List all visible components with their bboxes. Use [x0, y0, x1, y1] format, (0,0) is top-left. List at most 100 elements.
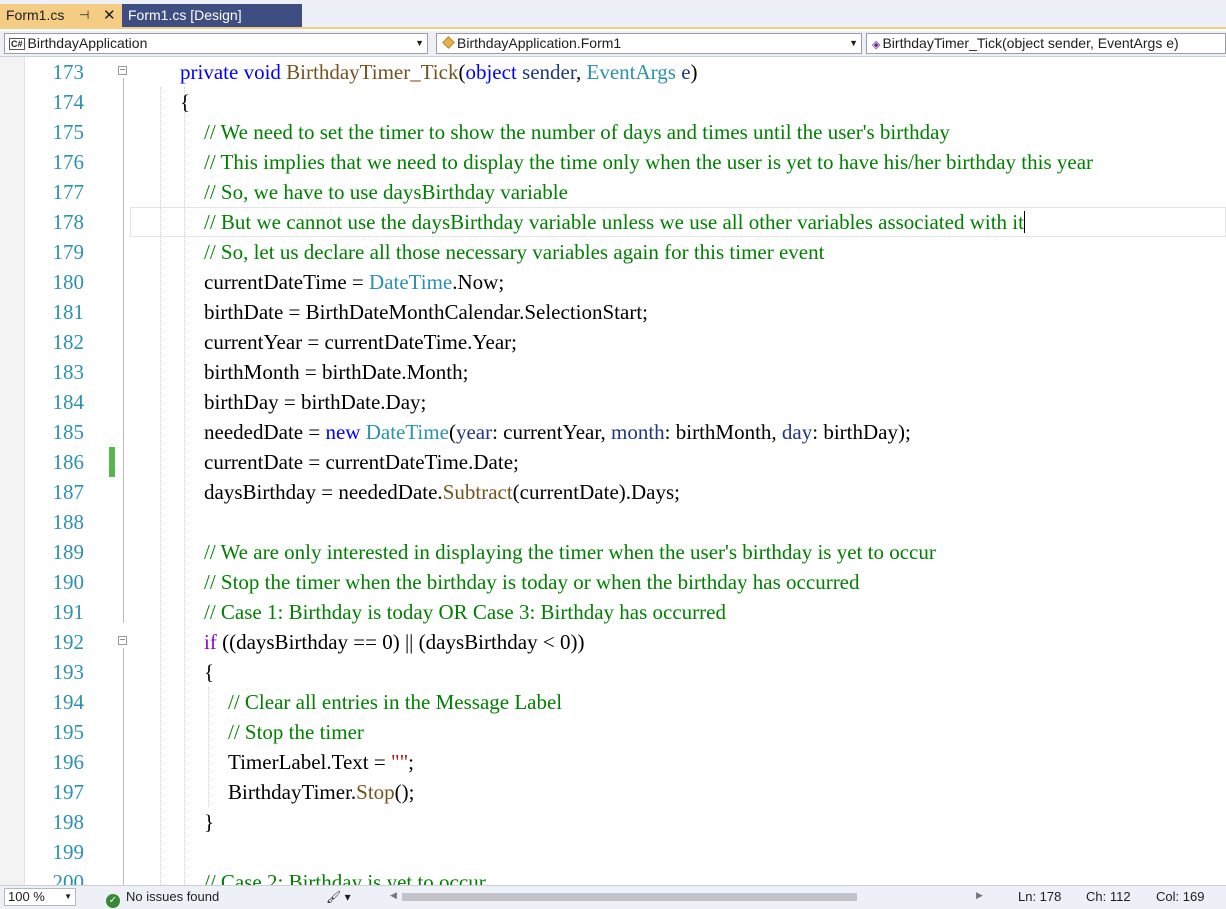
code-text: // We need to set the timer to show the …: [204, 117, 950, 147]
line-number: 187: [52, 480, 85, 504]
code-editor[interactable]: 173− private void BirthdayTimer_Tick(obje…: [0, 57, 1226, 885]
scroll-right-icon[interactable]: ▶: [976, 890, 983, 901]
code-line[interactable]: 197 BirthdayTimer.Stop();: [0, 777, 1226, 807]
line-number: 190: [52, 570, 85, 594]
code-line[interactable]: 180 currentDateTime = DateTime.Now;: [0, 267, 1226, 297]
line-number: 184: [52, 390, 85, 414]
code-line[interactable]: 189 // We are only interested in displayi…: [0, 537, 1226, 567]
code-token: // This implies that we need to display …: [204, 150, 1094, 174]
code-line[interactable]: 195 // Stop the timer: [0, 717, 1226, 747]
code-text: daysBirthday = neededDate.Subtract(curre…: [204, 477, 680, 507]
code-text: // So, let us declare all those necessar…: [204, 237, 824, 267]
code-token: BirthdayTimer.: [228, 780, 357, 804]
code-line[interactable]: 183 birthMonth = birthDate.Month;: [0, 357, 1226, 387]
column-indicator: Col: 169: [1156, 889, 1205, 904]
line-number: 186: [52, 450, 85, 474]
code-line[interactable]: 192 − if ((daysBirthday == 0) || (daysBirt…: [0, 627, 1226, 657]
code-token: ,: [576, 60, 587, 84]
code-token: neededDate =: [204, 420, 326, 444]
line-number: 175: [52, 120, 85, 144]
code-token: DateTime: [365, 420, 449, 444]
line-number: 200: [52, 870, 85, 885]
method-icon: ◈: [872, 39, 881, 51]
code-text: currentYear = currentDateTime.Year;: [204, 327, 517, 357]
code-line[interactable]: 179 // So, let us declare all those neces…: [0, 237, 1226, 267]
code-token: birthDay = birthDate.Day;: [204, 390, 427, 414]
close-icon[interactable]: ✕: [103, 4, 116, 27]
member-dropdown[interactable]: ◈ BirthdayTimer_Tick(object sender, Event…: [866, 33, 1226, 54]
code-line[interactable]: 187 daysBirthday = neededDate.Subtract(cu…: [0, 477, 1226, 507]
change-marker: [109, 447, 115, 477]
code-line[interactable]: 200 // Case 2: Birthday is yet to occur: [0, 867, 1226, 885]
line-number: 197: [52, 780, 85, 804]
line-number: 199: [52, 840, 85, 864]
code-line[interactable]: 193 {: [0, 657, 1226, 687]
chevron-down-icon: ▼: [849, 38, 858, 48]
code-token: : birthDay);: [812, 420, 911, 444]
code-text: private void BirthdayTimer_Tick(object s…: [180, 57, 698, 87]
line-number: 179: [52, 240, 85, 264]
code-token: }: [204, 810, 215, 834]
code-token: // Case 1: Birthday is today OR Case 3: …: [204, 600, 726, 624]
code-line[interactable]: 196 TimerLabel.Text = "";: [0, 747, 1226, 777]
line-number: 177: [52, 180, 85, 204]
code-token: TimerLabel.Text =: [228, 750, 391, 774]
line-number: 191: [52, 600, 85, 624]
code-line[interactable]: 178 // But we cannot use the daysBirthday…: [0, 207, 1226, 237]
code-text: // Case 1: Birthday is today OR Case 3: …: [204, 597, 726, 627]
issues-indicator[interactable]: ✓ No issues found: [106, 889, 219, 908]
code-line[interactable]: 198}: [0, 807, 1226, 837]
line-number: 188: [52, 510, 85, 534]
code-token: birthDate = BirthDateMonthCalendar.Selec…: [204, 300, 648, 324]
code-token: day: [781, 420, 813, 444]
code-line[interactable]: 173 − private void BirthdayTimer_Tick(obje…: [0, 57, 1226, 87]
code-text: currentDate = currentDateTime.Date;: [204, 447, 519, 477]
code-line[interactable]: 177 // So, we have to use daysBirthday va…: [0, 177, 1226, 207]
line-number: 183: [52, 360, 85, 384]
pin-icon[interactable]: ⊣: [79, 4, 89, 27]
class-dropdown[interactable]: BirthdayApplication.Form1 ▼: [436, 33, 862, 54]
code-line[interactable]: 199: [0, 837, 1226, 867]
code-text: neededDate = new DateTime(year: currentY…: [204, 417, 911, 447]
code-line[interactable]: 182 currentYear = currentDateTime.Year;: [0, 327, 1226, 357]
code-line[interactable]: 185 neededDate = new DateTime(year: curre…: [0, 417, 1226, 447]
code-token: (: [448, 420, 456, 444]
tab-label: Form1.cs: [6, 7, 65, 23]
code-line[interactable]: 191 // Case 1: Birthday is today OR Case …: [0, 597, 1226, 627]
line-number: 195: [52, 720, 85, 744]
code-token: birthMonth = birthDate.Month;: [204, 360, 469, 384]
code-text: if ((daysBirthday == 0) || (daysBirthday…: [204, 627, 584, 657]
code-text: // Case 2: Birthday is yet to occur: [204, 867, 486, 885]
scrollbar-thumb[interactable]: [402, 893, 857, 901]
code-token: private: [180, 60, 239, 84]
collapse-toggle-icon[interactable]: −: [118, 66, 127, 76]
code-token: // Stop the timer: [228, 720, 364, 744]
horizontal-scrollbar[interactable]: ◀ ▶: [390, 890, 990, 904]
collapse-toggle-icon[interactable]: −: [118, 636, 127, 646]
code-line[interactable]: 194 // Clear all entries in the Message L…: [0, 687, 1226, 717]
code-token: new: [325, 420, 361, 444]
code-text: // Stop the timer when the birthday is t…: [204, 567, 860, 597]
scroll-left-icon[interactable]: ◀: [390, 890, 397, 901]
line-number: 192: [52, 630, 85, 654]
code-line[interactable]: 175 // We need to set the timer to show t…: [0, 117, 1226, 147]
zoom-dropdown[interactable]: 100 % ▼: [4, 888, 76, 906]
code-cleanup-button[interactable]: 🖌 ▾: [326, 889, 351, 905]
code-line[interactable]: 190 // Stop the timer when the birthday i…: [0, 567, 1226, 597]
code-text: currentDateTime = DateTime.Now;: [204, 267, 504, 297]
code-token: object: [465, 60, 517, 84]
code-line[interactable]: 181 birthDate = BirthDateMonthCalendar.Se…: [0, 297, 1226, 327]
code-line[interactable]: 176 // This implies that we need to displ…: [0, 147, 1226, 177]
code-line[interactable]: 186 currentDate = currentDateTime.Date;: [0, 447, 1226, 477]
project-dropdown[interactable]: C# BirthdayApplication ▼: [4, 33, 428, 54]
project-name: BirthdayApplication: [27, 35, 148, 51]
tab-form1-design[interactable]: Form1.cs [Design]: [122, 4, 302, 27]
tab-form1-cs[interactable]: Form1.cs ⊣ ✕: [0, 4, 122, 27]
code-text: TimerLabel.Text = "";: [228, 747, 414, 777]
code-line[interactable]: 188: [0, 507, 1226, 537]
code-token: Stop: [356, 780, 395, 804]
code-line[interactable]: 174 {: [0, 87, 1226, 117]
code-token: : currentYear,: [492, 420, 611, 444]
code-line[interactable]: 184 birthDay = birthDate.Day;: [0, 387, 1226, 417]
code-text: birthDay = birthDate.Day;: [204, 387, 426, 417]
